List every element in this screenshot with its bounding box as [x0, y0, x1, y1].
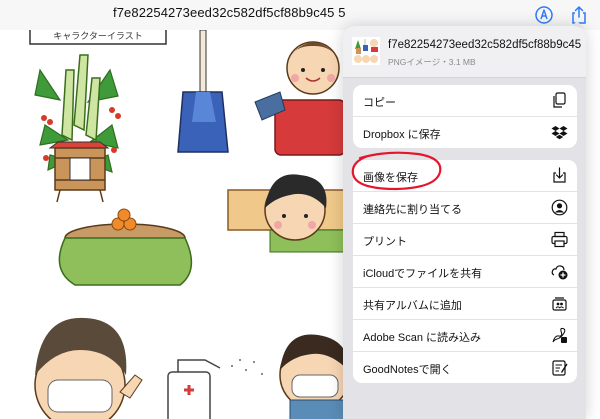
action-label: Dropbox に保存	[363, 129, 441, 141]
action-label: iCloudでファイルを共有	[363, 268, 483, 280]
action-label: 連絡先に割り当てる	[363, 204, 462, 216]
file-meta: PNGイメージ・3.1 MB	[388, 57, 476, 67]
copy-icon	[553, 92, 566, 108]
file-name: f7e82254273eed32c582df5cf88b9c45	[388, 39, 582, 51]
contact-icon	[551, 199, 568, 216]
masked-person-illustration	[34, 317, 143, 419]
shared-album-icon	[552, 297, 567, 311]
action-label: Adobe Scan に読み込み	[363, 332, 481, 344]
printer-icon	[551, 231, 568, 248]
action-label: プリント	[363, 236, 407, 248]
action-adobe-scan[interactable]: Adobe Scan に読み込み	[353, 320, 577, 352]
sleeping-child-illustration	[227, 174, 346, 253]
action-group-secondary: 画像を保存 連絡先に割り当てる プリント iCloudでファイルを共有 共有アル…	[353, 160, 577, 383]
kadomatsu-illustration	[34, 54, 121, 203]
action-label: GoodNotesで開く	[363, 364, 452, 376]
share-sheet: f7e82254273eed32c582df5cf88b9c45 PNGイメージ…	[343, 26, 586, 419]
file-header: f7e82254273eed32c582df5cf88b9c45 PNGイメージ…	[343, 26, 586, 78]
dropbox-icon	[551, 126, 568, 140]
snow-shovel-illustration	[177, 30, 229, 153]
action-group-primary: コピー Dropbox に保存	[353, 85, 577, 148]
icloud-share-icon	[551, 265, 568, 280]
banner-text: キャラクターイラスト	[53, 31, 142, 42]
action-icloud-share[interactable]: iCloudでファイルを共有	[353, 256, 577, 288]
action-label: コピー	[363, 97, 396, 109]
child-illustration	[254, 41, 346, 156]
masked-child-illustration	[279, 334, 351, 419]
action-print[interactable]: プリント	[353, 224, 577, 256]
goodnotes-icon	[552, 360, 568, 376]
file-thumbnail	[352, 37, 380, 65]
spray-bottle-illustration	[167, 359, 263, 419]
action-shared-album[interactable]: 共有アルバムに追加	[353, 288, 577, 320]
action-goodnotes[interactable]: GoodNotesで開く	[353, 352, 577, 383]
adobe-scan-icon	[552, 327, 567, 343]
banner-label: キャラクターイラスト	[29, 30, 167, 45]
action-label: 画像を保存	[363, 172, 418, 184]
action-save-image[interactable]: 画像を保存	[353, 160, 577, 192]
markup-icon[interactable]	[533, 4, 555, 26]
document-title: f7e82254273eed32c582df5cf88b9c45 5	[113, 5, 346, 20]
action-label: 共有アルバムに追加	[363, 300, 462, 312]
save-image-icon	[553, 167, 566, 183]
action-dropbox-save[interactable]: Dropbox に保存	[353, 117, 577, 148]
action-copy[interactable]: コピー	[353, 85, 577, 117]
action-assign-contact[interactable]: 連絡先に割り当てる	[353, 192, 577, 224]
kotatsu-illustration	[58, 208, 193, 286]
